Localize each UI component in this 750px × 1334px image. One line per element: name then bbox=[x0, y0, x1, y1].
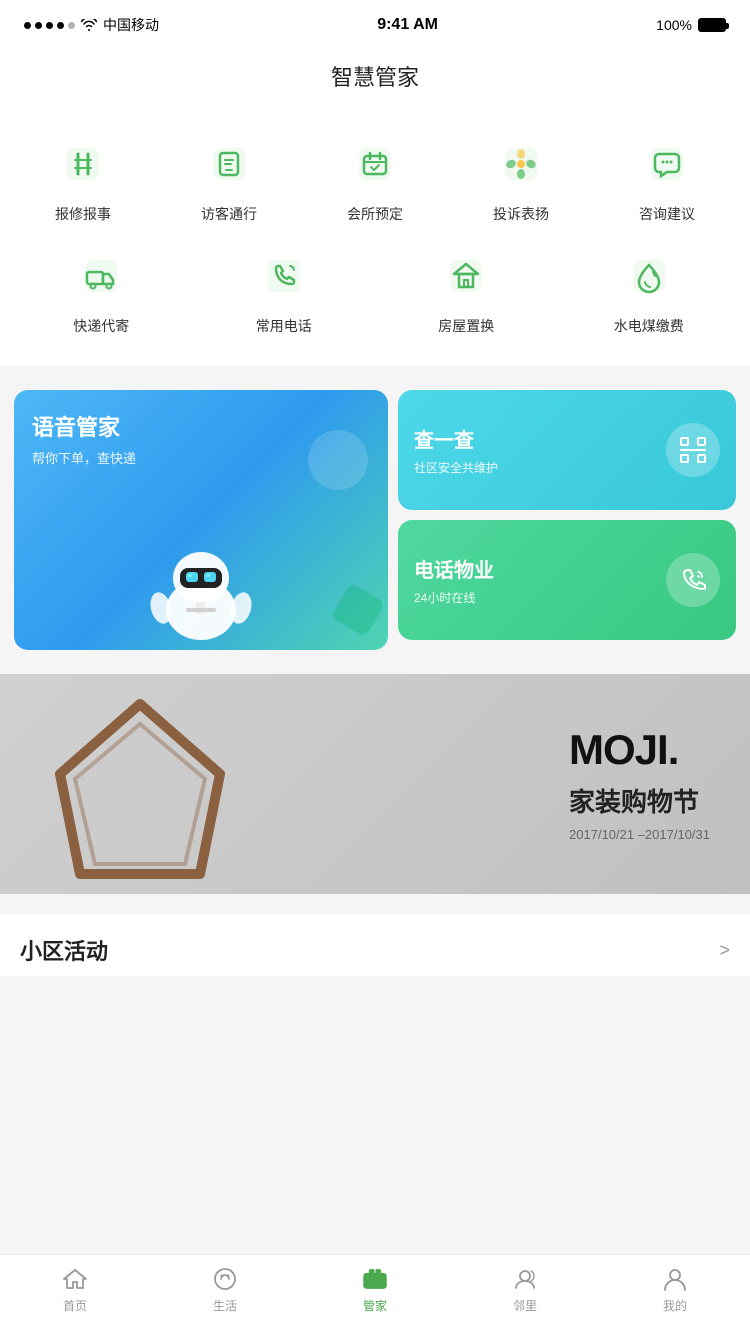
robot-illustration bbox=[136, 520, 266, 650]
house-icon bbox=[434, 244, 498, 308]
phone-property-subtitle: 24小时在线 bbox=[414, 589, 494, 606]
menu-label-phone: 常用电话 bbox=[256, 316, 312, 336]
battery-icon bbox=[698, 18, 726, 32]
cards-section: 语音管家 帮你下单，查快递 bbox=[0, 376, 750, 664]
calendar-icon bbox=[343, 132, 407, 196]
menu-item-consult[interactable]: 咨询建议 bbox=[607, 132, 727, 224]
bottom-spacer bbox=[0, 976, 750, 1056]
battery-percent: 100% bbox=[656, 17, 692, 33]
menu-item-complaint[interactable]: 投诉表扬 bbox=[461, 132, 581, 224]
phone-property-title: 电话物业 bbox=[414, 554, 494, 583]
page-title: 智慧管家 bbox=[0, 44, 750, 112]
query-scan-icon bbox=[666, 423, 720, 477]
menu-item-utility[interactable]: 水电煤缴费 bbox=[589, 244, 709, 336]
menu-label-club: 会所预定 bbox=[347, 204, 403, 224]
nav-label-mine: 我的 bbox=[663, 1297, 687, 1314]
menu-label-complaint: 投诉表扬 bbox=[493, 204, 549, 224]
nav-item-life[interactable]: 生活 bbox=[150, 1265, 300, 1314]
banner-brand: MOJI. bbox=[569, 726, 710, 774]
life-nav-icon bbox=[210, 1265, 240, 1293]
menu-item-repair[interactable]: 报修报事 bbox=[23, 132, 143, 224]
menu-label-house: 房屋置换 bbox=[438, 316, 494, 336]
section-gap-3 bbox=[0, 894, 750, 904]
menu-label-courier: 快递代寄 bbox=[73, 316, 129, 336]
water-icon bbox=[617, 244, 681, 308]
nav-item-mine[interactable]: 我的 bbox=[600, 1265, 750, 1314]
phone-call-icon bbox=[666, 553, 720, 607]
menu-row-1: 报修报事 访客通行 bbox=[0, 132, 750, 244]
menu-item-courier[interactable]: 快递代寄 bbox=[41, 244, 161, 336]
menu-item-house[interactable]: 房屋置换 bbox=[406, 244, 526, 336]
signal-dots bbox=[24, 22, 75, 29]
voice-butler-card[interactable]: 语音管家 帮你下单，查快递 bbox=[14, 390, 388, 650]
status-time: 9:41 AM bbox=[377, 16, 438, 34]
deco-circle bbox=[308, 430, 368, 490]
nav-item-neighbor[interactable]: 邻里 bbox=[450, 1265, 600, 1314]
menu-row-2: 快递代寄 常用电话 bbox=[0, 244, 750, 356]
nav-label-neighbor: 邻里 bbox=[513, 1297, 537, 1314]
section-gap-1 bbox=[0, 366, 750, 376]
query-card[interactable]: 查一查 社区安全共维护 bbox=[398, 390, 736, 510]
status-left: 中国移动 bbox=[24, 15, 159, 35]
banner-content: MOJI. 家装购物节 2017/10/21 –2017/10/31 bbox=[569, 726, 710, 842]
phone-icon bbox=[252, 244, 316, 308]
home-nav-icon bbox=[60, 1265, 90, 1293]
query-card-title: 查一查 bbox=[414, 424, 498, 453]
query-card-text: 查一查 社区安全共维护 bbox=[414, 424, 498, 476]
deco-shape bbox=[331, 583, 386, 638]
nav-label-life: 生活 bbox=[213, 1297, 237, 1314]
carrier-name: 中国移动 bbox=[103, 15, 159, 35]
cards-right: 查一查 社区安全共维护 电话物业 24小时在线 bbox=[398, 390, 736, 650]
banner-mirror-image bbox=[40, 694, 240, 894]
chat-icon bbox=[635, 132, 699, 196]
neighbor-nav-icon bbox=[510, 1265, 540, 1293]
phone-property-text: 电话物业 24小时在线 bbox=[414, 554, 494, 606]
activities-title: 小区活动 bbox=[20, 934, 108, 966]
query-card-subtitle: 社区安全共维护 bbox=[414, 459, 498, 476]
banner-title: 家装购物节 bbox=[569, 782, 710, 819]
status-right: 100% bbox=[656, 17, 726, 33]
activities-section: 小区活动 > bbox=[0, 914, 750, 976]
banner-section[interactable]: MOJI. 家装购物节 2017/10/21 –2017/10/31 bbox=[0, 674, 750, 894]
flower-icon bbox=[489, 132, 553, 196]
truck-icon bbox=[69, 244, 133, 308]
battery-fill bbox=[700, 20, 724, 30]
nav-item-home[interactable]: 首页 bbox=[0, 1265, 150, 1314]
status-bar: 中国移动 9:41 AM 100% bbox=[0, 0, 750, 44]
menu-item-visitor[interactable]: 访客通行 bbox=[169, 132, 289, 224]
menu-label-consult: 咨询建议 bbox=[639, 204, 695, 224]
wifi-icon bbox=[81, 19, 97, 31]
bottom-nav: 首页 生活 管家 bbox=[0, 1254, 750, 1334]
menu-item-club[interactable]: 会所预定 bbox=[315, 132, 435, 224]
phone-property-card[interactable]: 电话物业 24小时在线 bbox=[398, 520, 736, 640]
nav-item-butler[interactable]: 管家 bbox=[300, 1265, 450, 1314]
menu-label-repair: 报修报事 bbox=[55, 204, 111, 224]
menu-label-visitor: 访客通行 bbox=[201, 204, 257, 224]
nav-label-home: 首页 bbox=[63, 1297, 87, 1314]
menu-item-phone[interactable]: 常用电话 bbox=[224, 244, 344, 336]
wrench-icon bbox=[51, 132, 115, 196]
activities-header: 小区活动 > bbox=[20, 934, 730, 966]
menu-section: 报修报事 访客通行 bbox=[0, 112, 750, 366]
mine-nav-icon bbox=[660, 1265, 690, 1293]
section-gap-2 bbox=[0, 664, 750, 674]
nav-label-butler: 管家 bbox=[363, 1297, 387, 1314]
activities-more-button[interactable]: > bbox=[719, 940, 730, 961]
menu-label-utility: 水电煤缴费 bbox=[614, 316, 684, 336]
butler-nav-icon bbox=[360, 1265, 390, 1293]
banner-date: 2017/10/21 –2017/10/31 bbox=[569, 827, 710, 842]
visitor-icon bbox=[197, 132, 261, 196]
